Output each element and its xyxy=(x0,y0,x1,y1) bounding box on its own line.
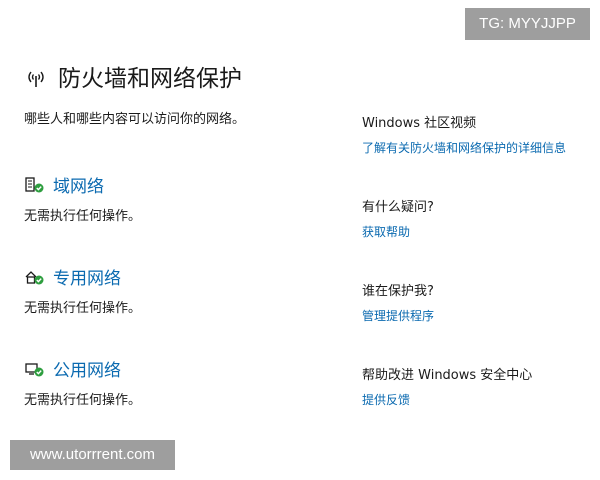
page-header: 防火墙和网络保护 xyxy=(24,64,242,94)
sidebar-community-videos: Windows 社区视频 了解有关防火墙和网络保护的详细信息 xyxy=(362,112,566,156)
private-network-icon xyxy=(24,268,46,286)
watermark-tg: TG: MYYJJPP xyxy=(465,8,590,40)
private-network-link[interactable]: 专用网络 xyxy=(53,264,121,289)
improve-title: 帮助改进 Windows 安全中心 xyxy=(362,368,533,383)
network-domain: 域网络 无需执行任何操作。 xyxy=(24,172,141,224)
public-network-link[interactable]: 公用网络 xyxy=(53,356,121,381)
watermark-site: www.utorrrent.com xyxy=(10,440,175,470)
antenna-icon xyxy=(24,67,48,91)
give-feedback-link[interactable]: 提供反馈 xyxy=(362,391,532,408)
domain-network-icon xyxy=(24,176,46,194)
manage-providers-link[interactable]: 管理提供程序 xyxy=(362,307,434,324)
network-public: 公用网络 无需执行任何操作。 xyxy=(24,356,141,408)
public-network-status: 无需执行任何操作。 xyxy=(24,393,142,408)
community-videos-title: Windows 社区视频 xyxy=(362,116,477,131)
who-protects-title: 谁在保护我? xyxy=(362,284,434,299)
private-network-status: 无需执行任何操作。 xyxy=(24,301,142,316)
page-title: 防火墙和网络保护 xyxy=(58,66,242,92)
domain-network-status: 无需执行任何操作。 xyxy=(24,209,142,224)
learn-more-link[interactable]: 了解有关防火墙和网络保护的详细信息 xyxy=(362,139,566,156)
questions-title: 有什么疑问? xyxy=(362,200,434,215)
sidebar-improve: 帮助改进 Windows 安全中心 提供反馈 xyxy=(362,364,532,408)
domain-network-link[interactable]: 域网络 xyxy=(53,172,104,197)
page-subtitle: 哪些人和哪些内容可以访问你的网络。 xyxy=(24,112,246,127)
network-private: 专用网络 无需执行任何操作。 xyxy=(24,264,141,316)
public-network-icon xyxy=(24,360,46,378)
get-help-link[interactable]: 获取帮助 xyxy=(362,223,434,240)
sidebar-who-protects: 谁在保护我? 管理提供程序 xyxy=(362,280,434,324)
sidebar-questions: 有什么疑问? 获取帮助 xyxy=(362,196,434,240)
